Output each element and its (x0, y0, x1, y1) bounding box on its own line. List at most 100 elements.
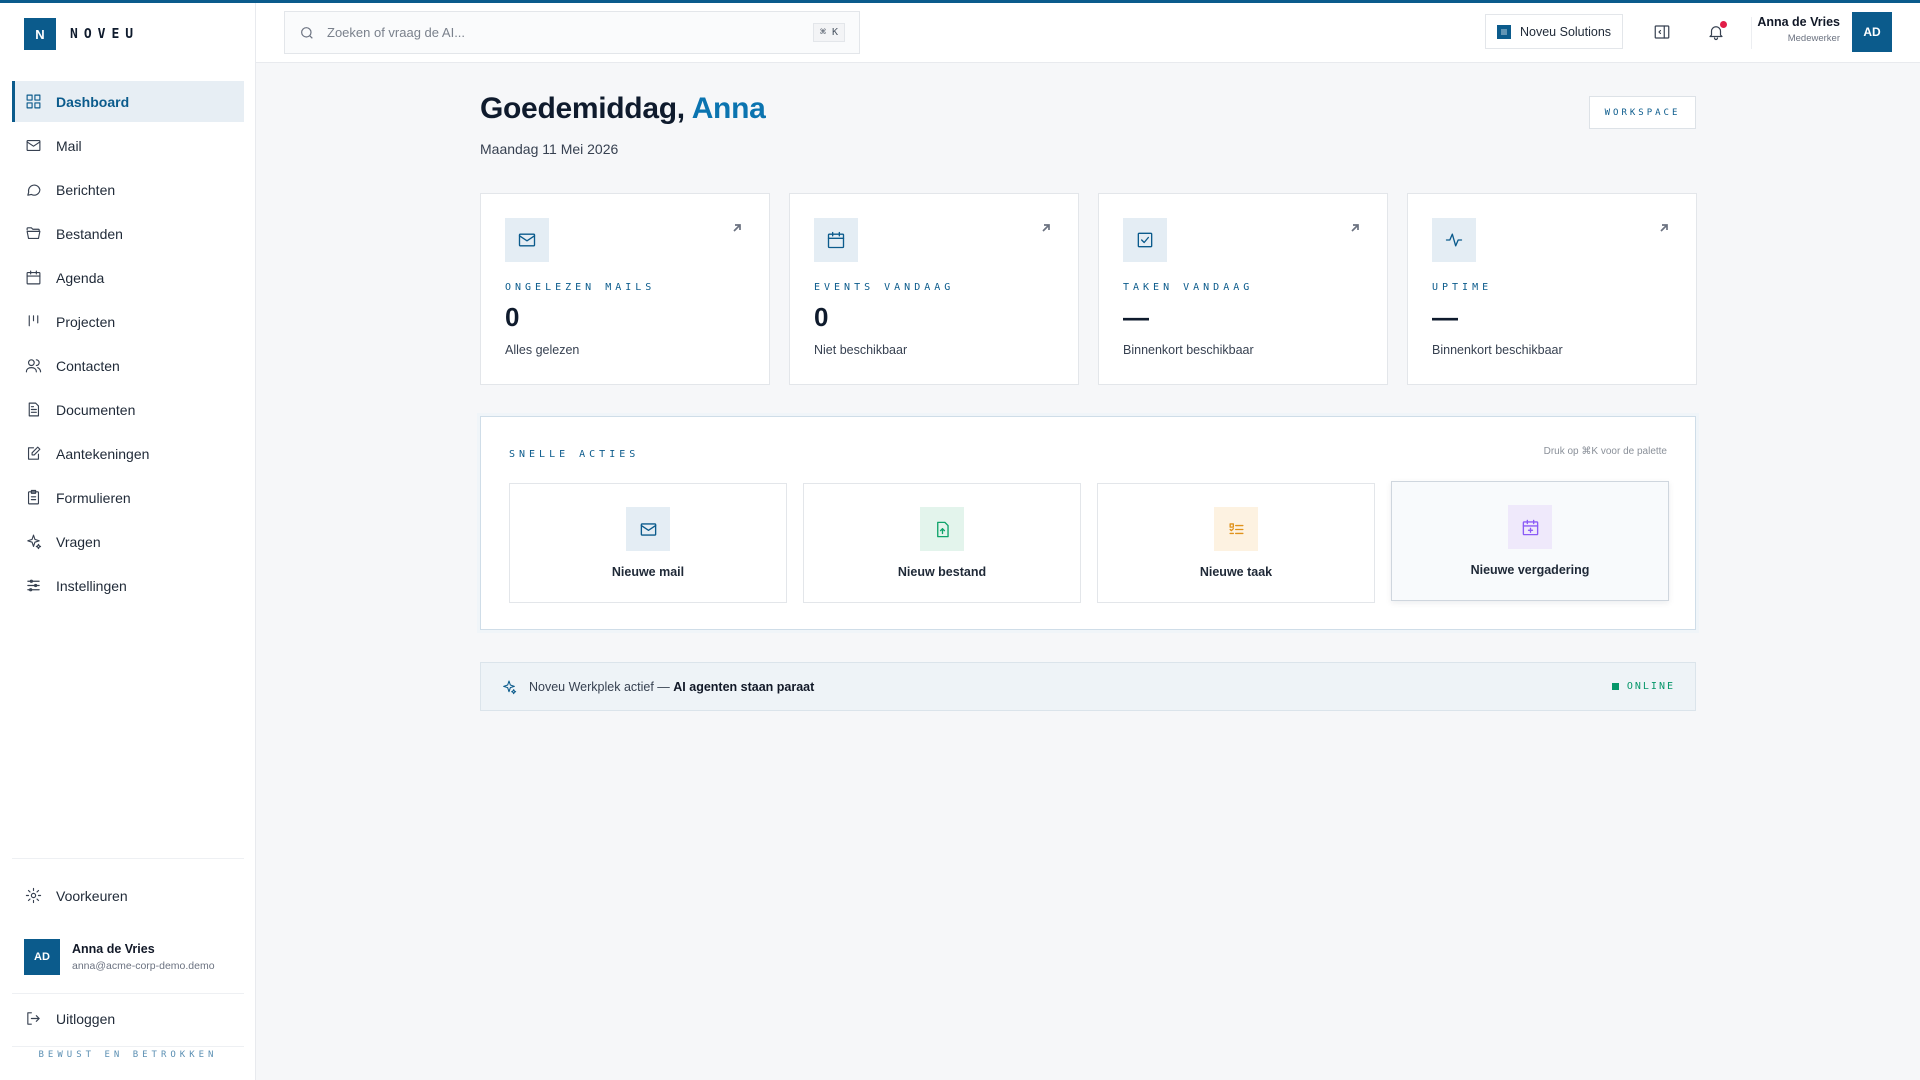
stat-card-unread-mails[interactable]: ONGELEZEN MAILS 0 Alles gelezen (480, 193, 770, 385)
sidebar-tagline: BEWUST EN BETROKKEN (38, 1050, 218, 1060)
search-box[interactable]: ⌘ K (284, 11, 860, 54)
new-meeting-button[interactable]: Nieuwe vergadering (1391, 481, 1669, 601)
calendar-plus-icon (1508, 505, 1552, 549)
stat-subtitle: Alles gelezen (505, 343, 580, 357)
sidebar-item-documenten[interactable]: Documenten (12, 389, 244, 430)
topbar-user-role: Medewerker (1787, 33, 1840, 44)
sidebar-item-label: Instellingen (56, 577, 127, 594)
sidebar-item-contacten[interactable]: Contacten (12, 345, 244, 386)
document-icon (24, 401, 42, 419)
brand[interactable]: N NOVEU (24, 18, 139, 50)
sidebar-item-label: Vragen (56, 533, 101, 550)
sparkles-icon (24, 533, 42, 551)
sidebar-item-dashboard[interactable]: Dashboard (12, 81, 244, 122)
topbar-avatar[interactable]: AD (1852, 12, 1892, 52)
page-title: Goedemiddag, Anna (480, 92, 766, 126)
calendar-icon (814, 218, 858, 262)
current-date: Maandag 11 Mei 2026 (480, 141, 619, 157)
arrow-up-right-icon[interactable] (731, 221, 743, 233)
sparkles-icon (503, 679, 517, 694)
calendar-icon (24, 269, 42, 287)
organization-logo-icon (1497, 24, 1511, 39)
online-label: ONLINE (1626, 681, 1675, 692)
search-input[interactable] (327, 25, 801, 40)
logout-icon (24, 1010, 42, 1028)
folder-icon (24, 225, 42, 243)
quick-actions-title: SNELLE ACTIES (509, 449, 640, 460)
greeting-name: Anna (691, 92, 766, 125)
workspace-badge[interactable]: WORKSPACE (1589, 96, 1696, 129)
stat-label: UPTIME (1432, 282, 1493, 293)
stat-label: EVENTS VANDAAG (814, 282, 955, 293)
sidebar-item-label: Bestanden (56, 225, 123, 242)
quick-action-label: Nieuw bestand (897, 565, 987, 579)
mail-icon (505, 218, 549, 262)
sidebar-item-label: Formulieren (56, 489, 131, 506)
sidebar-item-bestanden[interactable]: Bestanden (12, 213, 244, 254)
checkbox-icon (1123, 218, 1167, 262)
quick-actions-panel: SNELLE ACTIES Druk op ⌘K voor de palette… (480, 416, 1696, 630)
stat-label: TAKEN VANDAAG (1123, 282, 1254, 293)
notification-dot (1720, 21, 1727, 28)
avatar: AD (24, 939, 60, 975)
sidebar-item-label: Berichten (56, 181, 116, 198)
new-task-button[interactable]: Nieuwe taak (1097, 483, 1375, 603)
sidebar-item-berichten[interactable]: Berichten (12, 169, 244, 210)
panel-toggle-icon (1654, 25, 1670, 39)
sidebar-item-agenda[interactable]: Agenda (12, 257, 244, 298)
sidebar-user-card[interactable]: AD Anna de Vries anna@acme-corp-demo.dem… (12, 919, 244, 993)
arrow-up-right-icon[interactable] (1658, 221, 1670, 233)
users-icon (24, 357, 42, 375)
stat-subtitle: Niet beschikbaar (814, 343, 908, 357)
new-mail-button[interactable]: Nieuwe mail (509, 483, 787, 603)
sidebar-item-label: Mail (56, 137, 82, 154)
user-name: Anna de Vries (72, 942, 155, 956)
dashboard-icon (24, 93, 42, 111)
sidebar-item-label: Documenten (56, 401, 136, 418)
mail-icon (626, 507, 670, 551)
brand-logo: N (24, 18, 56, 50)
search-icon (301, 26, 313, 39)
note-edit-icon (24, 445, 42, 463)
logout-button[interactable]: Uitloggen (12, 998, 244, 1039)
quick-action-label: Nieuwe vergadering (1470, 563, 1590, 577)
status-prefix: Noveu Werkplek actief — (529, 679, 670, 694)
organization-label: Noveu Solutions (1520, 24, 1612, 39)
topbar-user-name: Anna de Vries (1757, 15, 1840, 29)
search-shortcut-badge: ⌘ K (812, 23, 845, 42)
organization-switcher[interactable]: Noveu Solutions (1485, 14, 1624, 49)
sidebar-item-label: Contacten (56, 357, 120, 374)
greeting-prefix: Goedemiddag, (480, 92, 685, 125)
stat-card-events-today[interactable]: EVENTS VANDAAG 0 Niet beschikbaar (789, 193, 1079, 385)
new-file-button[interactable]: Nieuw bestand (803, 483, 1081, 603)
command-palette-hint: Druk op ⌘K voor de palette (1543, 446, 1667, 457)
topbar-divider (1751, 17, 1752, 49)
toggle-panel-button[interactable] (1651, 21, 1673, 43)
stat-card-uptime[interactable]: UPTIME — Binnenkort beschikbaar (1407, 193, 1697, 385)
notifications-button[interactable] (1705, 21, 1727, 43)
stat-value: 0 (505, 302, 520, 332)
sidebar-item-instellingen[interactable]: Instellingen (12, 565, 244, 606)
sidebar-item-label: Aantekeningen (56, 445, 150, 462)
sidebar-item-mail[interactable]: Mail (12, 125, 244, 166)
stat-value: — (1123, 302, 1149, 332)
message-icon (24, 181, 42, 199)
sidebar-item-aantekeningen[interactable]: Aantekeningen (12, 433, 244, 474)
arrow-up-right-icon[interactable] (1349, 221, 1361, 233)
topbar-user-info[interactable]: Anna de Vries Medewerker (1757, 15, 1840, 44)
file-upload-icon (920, 507, 964, 551)
sidebar-item-label: Agenda (56, 269, 105, 286)
sidebar-item-projecten[interactable]: Projecten (12, 301, 244, 342)
stat-card-tasks-today[interactable]: TAKEN VANDAAG — Binnenkort beschikbaar (1098, 193, 1388, 385)
sidebar-item-vragen[interactable]: Vragen (12, 521, 244, 562)
sidebar-item-label: Dashboard (56, 93, 130, 110)
stat-label: ONGELEZEN MAILS (505, 282, 656, 293)
sidebar: N NOVEU Dashboard Mail Berichten Bestand… (0, 3, 256, 1080)
brand-name: NOVEU (70, 26, 140, 42)
online-status-badge: ONLINE (1611, 681, 1675, 692)
mail-icon (24, 137, 42, 155)
arrow-up-right-icon[interactable] (1040, 221, 1052, 233)
sidebar-item-formulieren[interactable]: Formulieren (12, 477, 244, 518)
preferences-button[interactable]: Voorkeuren (12, 875, 244, 916)
stat-value: 0 (814, 302, 829, 332)
